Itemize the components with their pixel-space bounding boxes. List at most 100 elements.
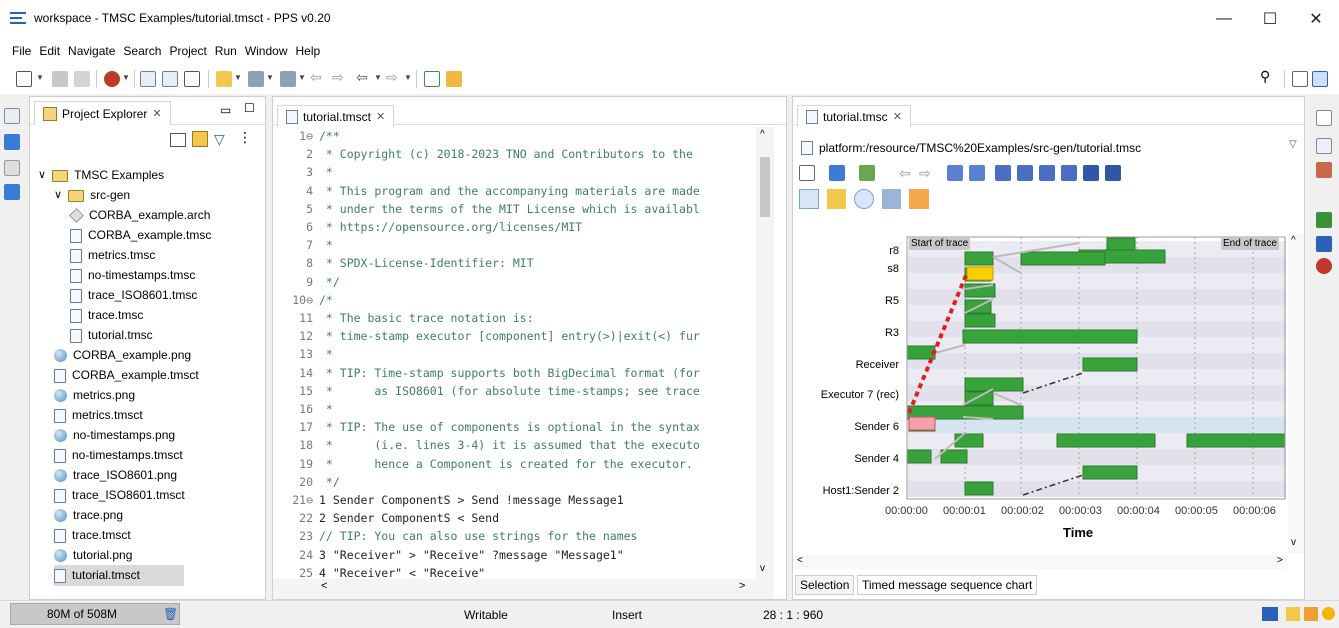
back-history-icon[interactable]: ⇦ <box>310 69 326 85</box>
back-icon[interactable]: ⇦ <box>899 165 915 181</box>
tree-item[interactable]: tutorial.png <box>54 545 132 566</box>
scroll-down-icon[interactable]: v <box>1291 537 1296 548</box>
tab-tutorial-tmsct[interactable]: tutorial.tmsct ✕ <box>277 105 395 128</box>
open-task-icon[interactable] <box>162 71 178 87</box>
error-log-icon[interactable] <box>1316 258 1332 274</box>
scroll-right-icon[interactable]: > <box>1277 555 1283 566</box>
book-icon[interactable] <box>4 134 20 150</box>
scroll-right-icon[interactable]: > <box>739 580 745 592</box>
forward-icon[interactable]: ⇨ <box>919 165 935 181</box>
tree-item[interactable]: tutorial.tmsct <box>54 565 184 586</box>
filter-icon[interactable]: ▽ <box>214 131 225 148</box>
tree-item[interactable]: CORBA_example.tmsc <box>70 225 211 246</box>
scroll-down-icon[interactable]: v <box>760 563 765 574</box>
menu-run[interactable]: Run <box>211 38 241 64</box>
maximize-view-icon[interactable]: ☐ <box>244 101 255 115</box>
tree-item[interactable]: metrics.png <box>54 385 135 406</box>
forward-history-icon[interactable]: ⇨ <box>332 69 348 85</box>
collapse-all-icon[interactable] <box>170 133 186 147</box>
dependency-icon[interactable] <box>881 189 902 209</box>
zoom-selection-icon[interactable] <box>969 165 985 181</box>
tab-timed-message-sequence-chart[interactable]: Timed message sequence chart <box>857 575 1038 595</box>
vertical-scrollbar[interactable]: ^ v <box>756 127 774 579</box>
wand-icon[interactable] <box>446 71 462 87</box>
close-icon[interactable]: ✕ <box>376 106 385 128</box>
chart-vertical-scrollbar[interactable]: ^ v <box>1288 233 1304 553</box>
tree-item[interactable]: trace_ISO8601.tmsc <box>70 285 197 306</box>
tree-item[interactable]: CORBA_example.tmsct <box>54 365 199 386</box>
tree-item[interactable]: ∨ TMSC Examples <box>38 165 164 186</box>
menu-edit[interactable]: Edit <box>35 38 64 64</box>
tree-item[interactable]: ∨ src-gen <box>54 185 130 206</box>
arrows-icon[interactable] <box>1316 236 1332 252</box>
outline-icon[interactable] <box>4 184 20 200</box>
tab-selection[interactable]: Selection <box>795 575 855 595</box>
restore-icon[interactable] <box>1316 110 1332 126</box>
view-menu-icon[interactable]: ▽ <box>1289 139 1297 150</box>
tree-item[interactable]: no-timestamps.tmsct <box>54 445 183 466</box>
new-file-icon[interactable] <box>184 71 200 87</box>
tab-project-explorer[interactable]: Project Explorer ✕ <box>34 101 171 125</box>
chart-icon[interactable] <box>1316 212 1332 228</box>
menu-help[interactable]: Help <box>292 38 325 64</box>
minimize-view-icon[interactable]: ▭ <box>220 103 231 117</box>
menu-navigate[interactable]: Navigate <box>64 38 119 64</box>
scroll-up-icon[interactable]: ^ <box>1291 235 1296 246</box>
forward-icon[interactable]: ⇨ <box>386 69 402 85</box>
tree-item[interactable]: tutorial.tmsc <box>70 325 153 346</box>
tree-item[interactable]: CORBA_example.png <box>54 345 191 366</box>
menu-search[interactable]: Search <box>119 38 165 64</box>
zoom-fit-icon[interactable] <box>947 165 963 181</box>
save-all-icon[interactable] <box>74 71 90 87</box>
maximize-button[interactable]: ☐ <box>1247 4 1293 34</box>
smiley-icon[interactable] <box>1322 607 1335 620</box>
export-icon[interactable] <box>1105 165 1121 181</box>
chevron-down-icon[interactable]: ∨ <box>54 185 62 206</box>
critical-path-icon[interactable] <box>826 189 847 209</box>
scrollbar-thumb[interactable] <box>760 157 770 217</box>
close-window-button[interactable]: ✕ <box>1293 4 1339 34</box>
prev-annotation-icon[interactable] <box>280 71 296 87</box>
layout-icon[interactable] <box>799 165 815 181</box>
back-icon[interactable]: ⇦ <box>356 69 372 85</box>
new-project-icon[interactable] <box>424 71 440 87</box>
group-icon[interactable] <box>859 165 875 181</box>
save-image-icon[interactable] <box>1083 165 1099 181</box>
minimize-button[interactable]: — <box>1201 4 1247 34</box>
zoom-out-x-icon[interactable] <box>1017 165 1033 181</box>
perspective-icon[interactable] <box>1292 71 1308 87</box>
pencil-icon[interactable] <box>799 189 819 209</box>
link-editor-icon[interactable] <box>192 131 208 147</box>
tree-item[interactable]: trace.tmsc <box>70 305 143 326</box>
restore-icon[interactable] <box>4 108 20 124</box>
tmsc-chart[interactable]: r8 s8 R5 R3 Receiver Executor 7 (rec) Sender 6… <box>793 233 1287 553</box>
view-menu-icon[interactable]: ⋮ <box>238 129 252 146</box>
zoom-in-icon[interactable] <box>1061 165 1077 181</box>
tree-item[interactable]: no-timestamps.tmsc <box>70 265 195 286</box>
tree-item[interactable]: CORBA_example.arch <box>69 205 210 226</box>
restore-icon-2[interactable] <box>4 160 20 176</box>
debug-icon[interactable] <box>104 71 120 87</box>
close-icon[interactable]: ✕ <box>152 103 161 125</box>
horizontal-scrollbar[interactable]: < > <box>273 579 774 599</box>
scroll-left-icon[interactable]: < <box>321 580 327 592</box>
properties-icon[interactable] <box>1316 138 1332 154</box>
timer-icon[interactable] <box>854 189 874 209</box>
save-icon[interactable] <box>52 71 68 87</box>
new-icon[interactable] <box>16 71 32 87</box>
heap-status[interactable]: 80M of 508M 🗑 <box>10 603 180 625</box>
filter-icon[interactable] <box>829 165 845 181</box>
book-icon[interactable] <box>1286 607 1300 621</box>
zoom-out-icon[interactable] <box>1039 165 1055 181</box>
pps-perspective-icon[interactable] <box>1312 71 1328 87</box>
tree-item[interactable]: trace_ISO8601.tmsct <box>54 485 185 506</box>
chart-horizontal-scrollbar[interactable]: < > <box>793 555 1287 569</box>
zoom-in-x-icon[interactable] <box>995 165 1011 181</box>
next-annotation-icon[interactable] <box>248 71 264 87</box>
scroll-up-icon[interactable]: ^ <box>760 129 765 140</box>
tree-item[interactable]: trace.png <box>54 505 123 526</box>
open-type-icon[interactable] <box>140 71 156 87</box>
scroll-left-icon[interactable]: < <box>797 555 803 566</box>
tab-tutorial-tmsc[interactable]: tutorial.tmsc ✕ <box>797 105 911 127</box>
menu-project[interactable]: Project <box>165 38 210 64</box>
